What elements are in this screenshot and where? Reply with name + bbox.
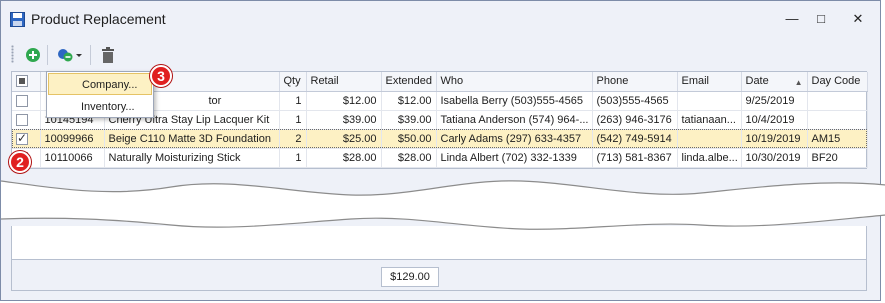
extended-cell[interactable]: $39.00 bbox=[381, 110, 437, 130]
column-header-extended[interactable]: Extended bbox=[381, 72, 437, 92]
torn-edge-divider bbox=[1, 180, 885, 230]
date-cell[interactable]: 9/25/2019 bbox=[741, 91, 808, 111]
toolbar-grip bbox=[11, 45, 14, 63]
link-dropdown-icon[interactable] bbox=[55, 45, 83, 65]
save-icon bbox=[10, 12, 25, 27]
day-code-cell[interactable]: AM15 bbox=[807, 129, 868, 149]
row-checkbox-checked[interactable] bbox=[16, 131, 28, 145]
footer-totals: $129.00 bbox=[11, 259, 867, 291]
column-header-date-label: Date bbox=[745, 75, 769, 88]
callout-3: 3 bbox=[150, 65, 172, 87]
add-icon[interactable] bbox=[23, 45, 43, 65]
email-cell[interactable] bbox=[677, 91, 742, 111]
date-cell[interactable]: 10/19/2019 bbox=[741, 129, 808, 149]
day-code-cell[interactable] bbox=[807, 110, 868, 130]
menu-item-inventory[interactable]: Inventory... bbox=[48, 96, 152, 118]
row-checkbox-cell[interactable] bbox=[12, 110, 41, 130]
column-header-email[interactable]: Email bbox=[677, 72, 742, 92]
table-row-selected[interactable]: 10099966 Beige C110 Matte 3D Foundation … bbox=[12, 129, 868, 149]
toolbar-separator bbox=[90, 45, 91, 65]
date-cell[interactable]: 10/4/2019 bbox=[741, 110, 808, 130]
extended-cell[interactable]: $50.00 bbox=[381, 129, 437, 149]
trash-icon[interactable] bbox=[98, 45, 118, 65]
close-button[interactable]: ✕ bbox=[847, 9, 869, 29]
qty-cell[interactable]: 1 bbox=[279, 91, 307, 111]
column-header-date[interactable]: Date ▲ bbox=[741, 72, 808, 92]
column-header-qty[interactable]: Qty bbox=[279, 72, 307, 92]
toolbar bbox=[1, 39, 880, 71]
phone-cell[interactable]: (503)555-4565 bbox=[592, 91, 678, 111]
menu-item-company[interactable]: Company... bbox=[48, 73, 152, 95]
row-checkbox[interactable] bbox=[16, 113, 28, 126]
row-checkbox[interactable] bbox=[16, 94, 28, 107]
retail-cell[interactable]: $39.00 bbox=[306, 110, 382, 130]
select-all-checkbox[interactable] bbox=[16, 75, 28, 88]
retail-cell[interactable]: $12.00 bbox=[306, 91, 382, 111]
who-cell[interactable]: Tatiana Anderson (574) 964-... bbox=[436, 110, 593, 130]
product-replacement-window: Product Replacement — □ ✕ Qty Retail Ext… bbox=[0, 0, 885, 301]
row-checkbox-cell[interactable] bbox=[12, 91, 41, 111]
window-title: Product Replacement bbox=[31, 11, 166, 27]
sort-ascending-icon: ▲ bbox=[794, 78, 803, 88]
extended-total: $129.00 bbox=[381, 267, 439, 287]
column-header-day-code[interactable]: Day Code bbox=[807, 72, 868, 92]
email-cell[interactable] bbox=[677, 129, 742, 149]
phone-cell[interactable]: (263) 946-3176 bbox=[592, 110, 678, 130]
qty-cell[interactable]: 2 bbox=[279, 129, 307, 149]
toolbar-separator bbox=[47, 45, 48, 65]
column-header-retail[interactable]: Retail bbox=[306, 72, 382, 92]
who-cell[interactable]: Isabella Berry (503)555-4565 bbox=[436, 91, 593, 111]
day-code-cell[interactable] bbox=[807, 91, 868, 111]
description-cell[interactable]: Beige C110 Matte 3D Foundation bbox=[104, 129, 280, 149]
link-dropdown-menu: Company... Inventory... bbox=[46, 71, 154, 118]
column-header-who[interactable]: Who bbox=[436, 72, 593, 92]
row-checkbox-cell[interactable] bbox=[12, 129, 41, 149]
maximize-button[interactable]: □ bbox=[810, 9, 832, 29]
column-header-phone[interactable]: Phone bbox=[592, 72, 678, 92]
email-cell[interactable]: tatianaan... bbox=[677, 110, 742, 130]
retail-cell[interactable]: $25.00 bbox=[306, 129, 382, 149]
code-cell[interactable]: 10099966 bbox=[40, 129, 105, 149]
phone-cell[interactable]: (542) 749-5914 bbox=[592, 129, 678, 149]
qty-cell[interactable]: 1 bbox=[279, 110, 307, 130]
who-cell[interactable]: Carly Adams (297) 633-4357 bbox=[436, 129, 593, 149]
extended-cell[interactable]: $12.00 bbox=[381, 91, 437, 111]
select-all-header[interactable] bbox=[12, 72, 41, 92]
minimize-button[interactable]: — bbox=[781, 9, 803, 29]
title-bar[interactable]: Product Replacement — □ ✕ bbox=[1, 1, 880, 37]
